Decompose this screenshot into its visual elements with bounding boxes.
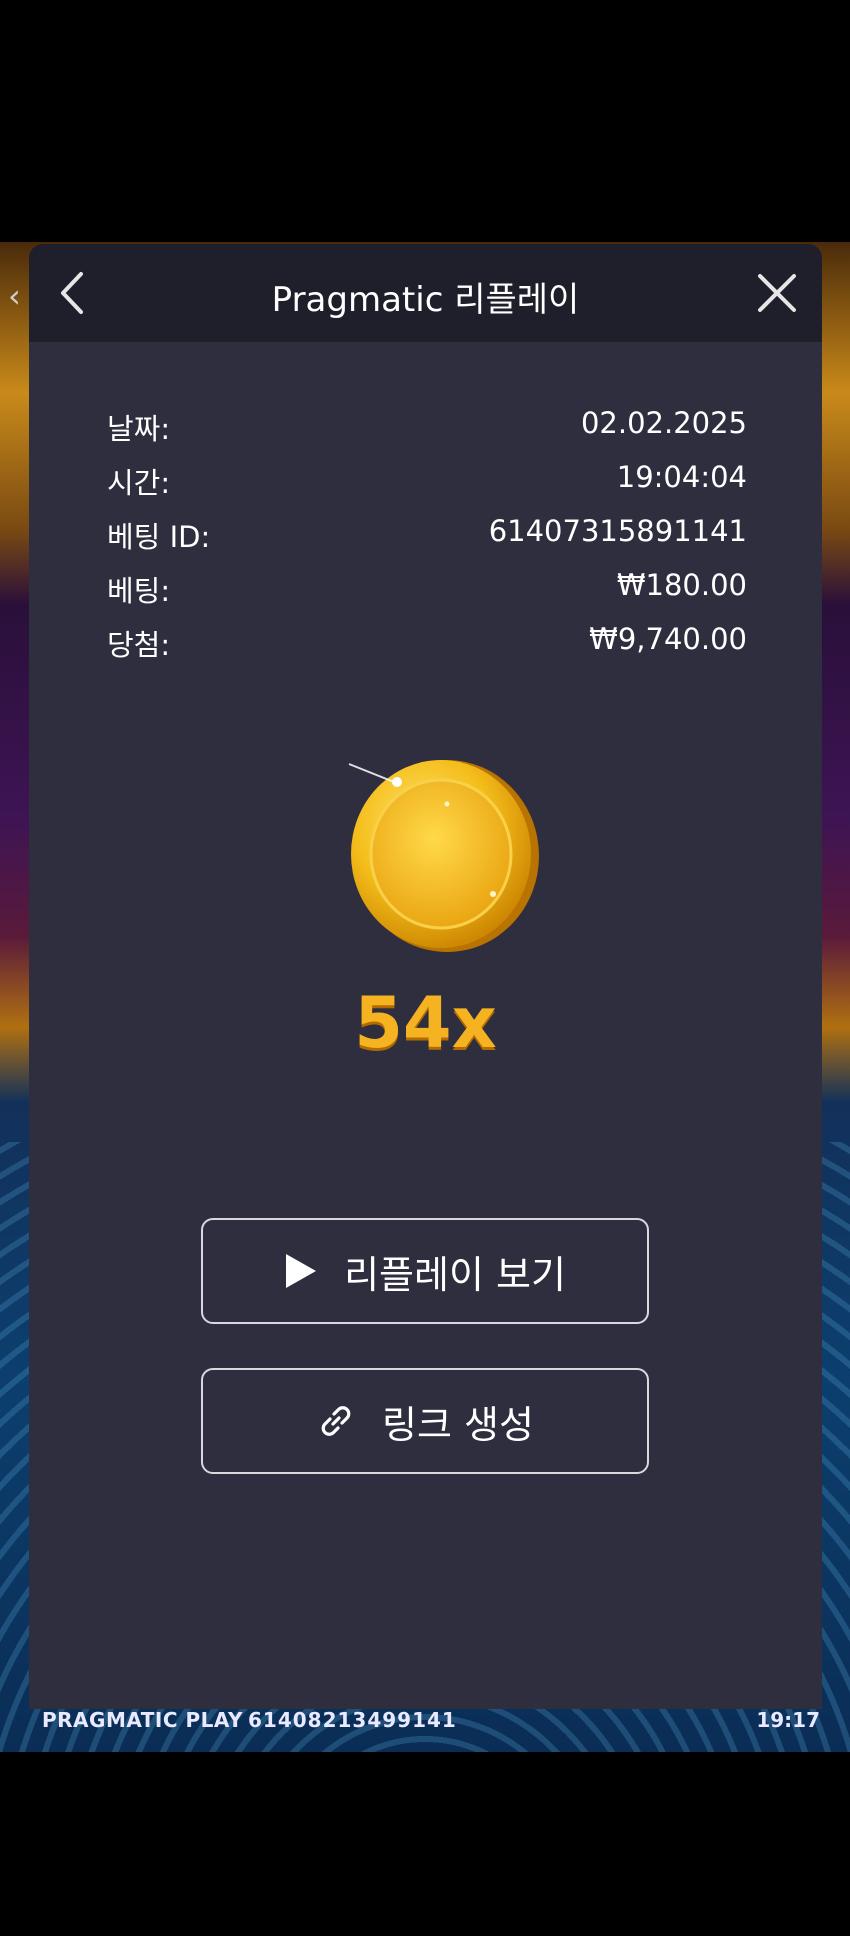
bet-id-label: 베팅 ID:	[107, 520, 211, 554]
game-back-chevron-icon[interactable]: ‹	[8, 278, 26, 314]
create-link-button[interactable]: 링크 생성	[201, 1368, 649, 1474]
replay-modal: Pragmatic 리플레이 날짜: 02.02.2025 시간: 19:04:…	[29, 244, 822, 1709]
bet-details: 날짜: 02.02.2025 시간: 19:04:04 베팅 ID: 61407…	[107, 406, 747, 676]
modal-title: Pragmatic 리플레이	[271, 280, 580, 320]
detail-row-bet-id: 베팅 ID: 61407315891141	[107, 514, 747, 568]
game-bet-id: 61408213499141	[248, 1708, 457, 1732]
win-label: 당첨:	[107, 628, 171, 662]
create-link-label: 링크 생성	[382, 1402, 534, 1447]
time-value: 19:04:04	[616, 460, 747, 494]
detail-row-date: 날짜: 02.02.2025	[107, 406, 747, 460]
detail-row-time: 시간: 19:04:04	[107, 460, 747, 514]
bet-label: 베팅:	[107, 574, 171, 608]
close-button[interactable]	[750, 266, 804, 320]
view-replay-button[interactable]: 리플레이 보기	[201, 1218, 649, 1324]
provider-brand: PRAGMATIC PLAY	[42, 1708, 243, 1732]
bet-value: ₩180.00	[616, 568, 747, 602]
bet-id-value: 61407315891141	[488, 514, 747, 548]
modal-header: Pragmatic 리플레이	[29, 244, 822, 342]
date-value: 02.02.2025	[580, 406, 747, 440]
detail-row-bet: 베팅: ₩180.00	[107, 568, 747, 622]
close-icon	[758, 274, 796, 312]
link-icon	[316, 1401, 356, 1441]
time-label: 시간:	[107, 466, 171, 500]
game-clock: 19:17	[756, 1708, 820, 1732]
play-icon	[284, 1252, 318, 1290]
gold-coin-icon	[329, 744, 549, 964]
date-label: 날짜:	[107, 412, 171, 446]
detail-row-win: 당첨: ₩9,740.00	[107, 622, 747, 676]
view-replay-label: 리플레이 보기	[344, 1252, 566, 1297]
win-value: ₩9,740.00	[589, 622, 747, 656]
win-multiplier: 54x	[354, 982, 497, 1064]
